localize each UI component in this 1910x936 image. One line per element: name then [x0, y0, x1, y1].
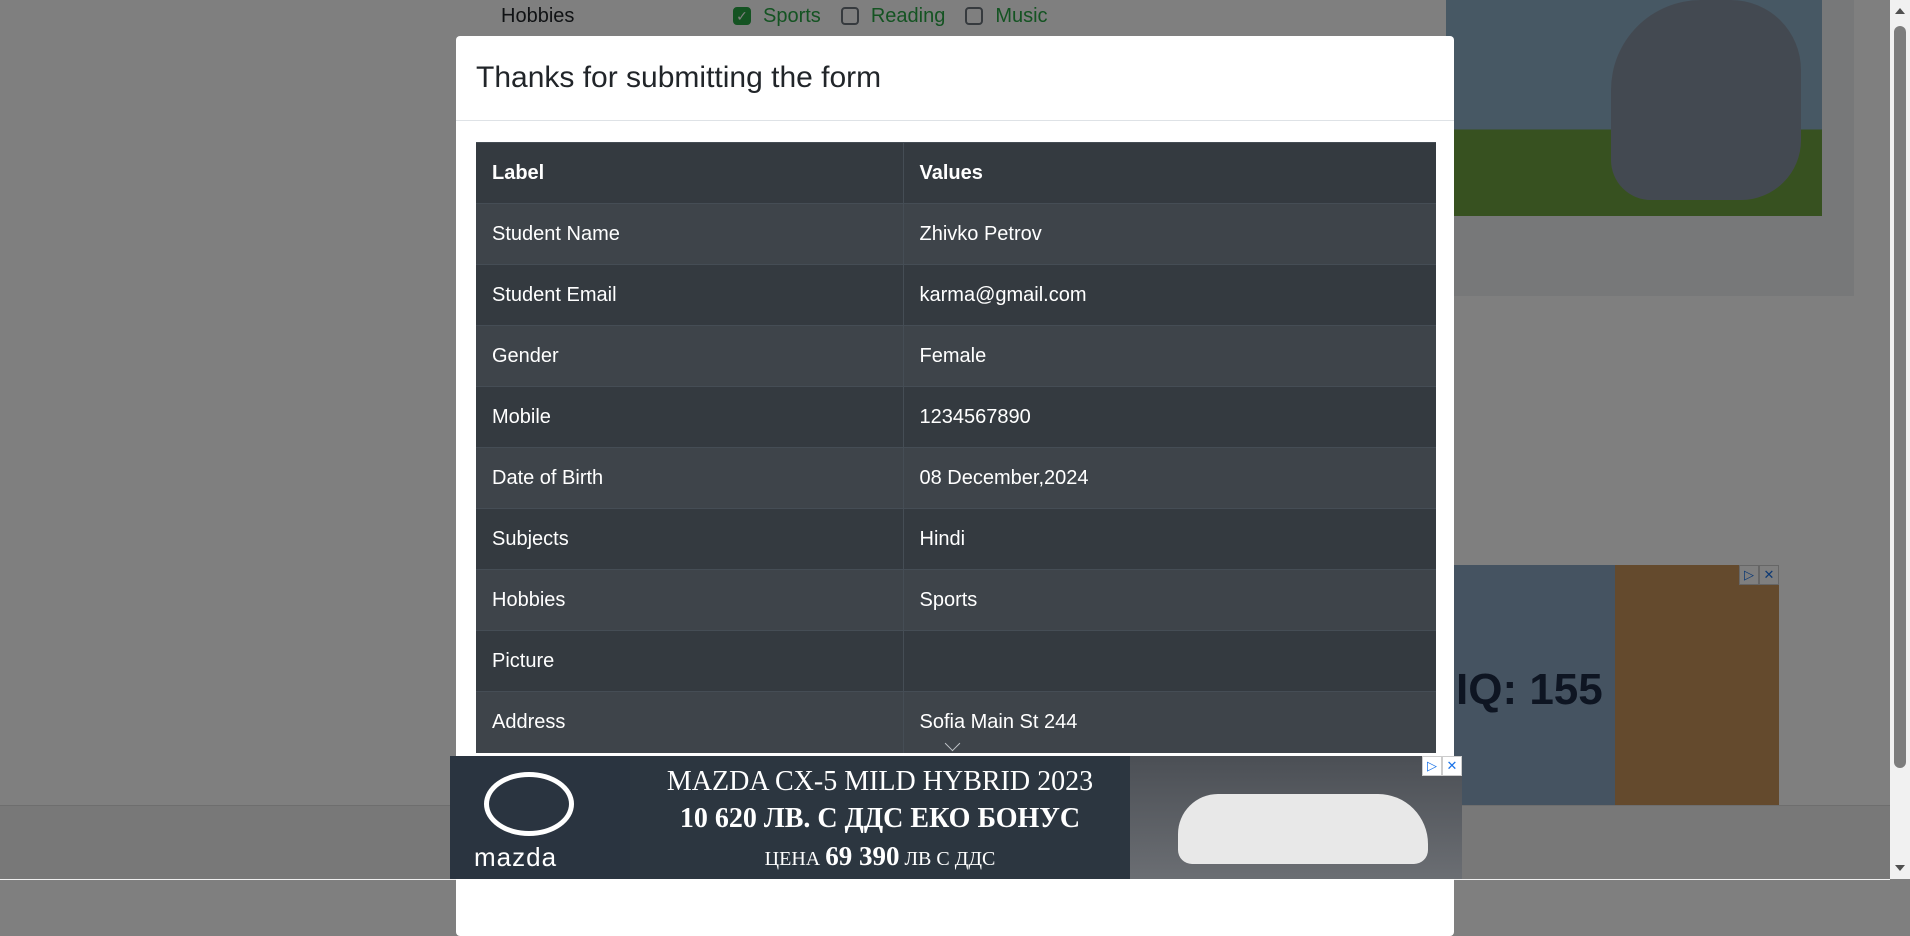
mazda-logo: mazda — [450, 756, 630, 879]
column-header-label: Label — [476, 142, 904, 204]
results-table: Label Values Student Name Zhivko Petrov … — [476, 142, 1436, 753]
close-icon[interactable]: ✕ — [1442, 756, 1462, 776]
row-label: Mobile — [476, 386, 904, 448]
table-row: Mobile 1234567890 — [476, 386, 1436, 448]
scroll-down-arrow-icon[interactable] — [1895, 865, 1905, 871]
results-table-wrapper: Label Values Student Name Zhivko Petrov … — [476, 142, 1436, 753]
ad-car-image — [1130, 756, 1462, 879]
table-row: Student Email karma@gmail.com — [476, 264, 1436, 326]
ad-bonus-text: 10 620 ЛВ. С ДДС ЕКО БОНУС — [679, 803, 1081, 834]
row-value: 08 December,2024 — [903, 447, 1436, 509]
row-label: Subjects — [476, 508, 904, 570]
adchoices-icon[interactable]: ▷ — [1422, 756, 1442, 776]
table-row: Hobbies Sports — [476, 569, 1436, 631]
row-value: Female — [903, 325, 1436, 387]
ad-text-block: MAZDA CX-5 MILD HYBRID 2023 10 620 ЛВ. С… — [630, 764, 1130, 877]
modal-header: Thanks for submitting the form — [456, 36, 1454, 121]
mazda-wordmark: mazda — [474, 842, 558, 872]
modal-title: Thanks for submitting the form — [476, 61, 882, 94]
vertical-scrollbar[interactable] — [1890, 0, 1910, 879]
ad-price-line: ЦЕНА 69 390 ЛВ С ДДС — [630, 838, 1130, 877]
table-header-row: Label Values — [476, 142, 1436, 204]
ad-price-value: 69 390 — [825, 841, 900, 871]
scroll-up-arrow-icon[interactable] — [1895, 8, 1905, 14]
table-row: Picture — [476, 630, 1436, 692]
column-header-values: Values — [903, 142, 1436, 204]
row-label: Student Name — [476, 203, 904, 265]
scrollbar-thumb[interactable] — [1894, 26, 1906, 768]
row-label: Address — [476, 691, 904, 753]
table-row: Gender Female — [476, 325, 1436, 387]
bottom-sticky-ad[interactable]: mazda MAZDA CX-5 MILD HYBRID 2023 10 620… — [450, 756, 1462, 879]
table-row: Date of Birth 08 December,2024 — [476, 447, 1436, 509]
ad-price-prefix: ЦЕНА — [764, 848, 821, 870]
row-value: Sports — [903, 569, 1436, 631]
row-value: Zhivko Petrov — [903, 203, 1436, 265]
row-label: Date of Birth — [476, 447, 904, 509]
ad-price-suffix: ЛВ С ДДС — [904, 848, 996, 870]
table-row: Subjects Hindi — [476, 508, 1436, 570]
row-label: Student Email — [476, 264, 904, 326]
row-value: karma@gmail.com — [903, 264, 1436, 326]
row-label: Gender — [476, 325, 904, 387]
row-value: 1234567890 — [903, 386, 1436, 448]
ad-controls: ▷ ✕ — [1422, 756, 1462, 776]
table-row: Student Name Zhivko Petrov — [476, 203, 1436, 265]
row-value: Hindi — [903, 508, 1436, 570]
row-value — [903, 630, 1436, 692]
mazda-emblem-icon — [484, 772, 574, 836]
row-label: Picture — [476, 630, 904, 692]
row-label: Hobbies — [476, 569, 904, 631]
row-value: Sofia Main St 244 — [903, 691, 1436, 753]
ad-headline: MAZDA CX-5 MILD HYBRID 2023 — [666, 766, 1094, 797]
car-illustration — [1178, 794, 1428, 864]
